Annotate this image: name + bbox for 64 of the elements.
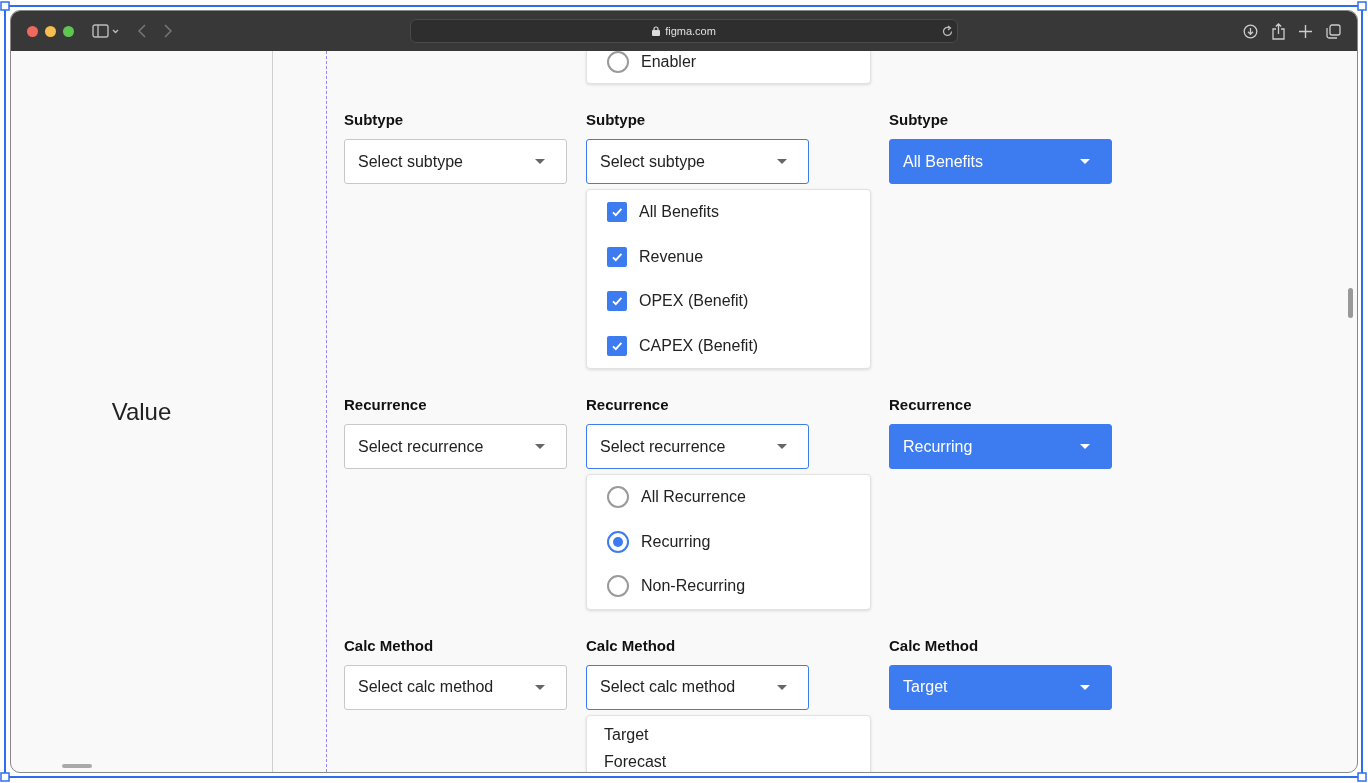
checkbox[interactable] <box>607 335 627 356</box>
resize-handle[interactable] <box>0 772 10 782</box>
menu-option[interactable]: All Benefits <box>587 190 870 235</box>
caret-icon <box>777 684 787 690</box>
dropdown-select[interactable]: Select subtype <box>586 139 809 184</box>
checkbox[interactable] <box>607 202 627 223</box>
scroll-indicator <box>62 764 92 768</box>
resize-handle[interactable] <box>1357 1 1367 11</box>
field-label: Subtype <box>889 111 950 129</box>
menu-option[interactable]: CAPEX (Benefit) <box>587 323 870 368</box>
back-icon[interactable] <box>138 24 146 38</box>
menu-option[interactable]: Forecast <box>587 748 870 772</box>
reload-icon[interactable] <box>942 25 953 37</box>
checkbox[interactable] <box>607 246 627 267</box>
field-label: Calc Method <box>344 636 435 655</box>
dropdown-select[interactable]: Select calc method <box>344 664 567 710</box>
menu-option[interactable]: Enabler <box>587 51 870 83</box>
address-bar[interactable]: figma.com <box>410 19 958 43</box>
share-icon[interactable] <box>1272 22 1285 40</box>
field-label: Subtype <box>586 111 647 129</box>
radio-button[interactable] <box>607 51 629 73</box>
radio-button[interactable] <box>607 575 629 598</box>
field-label: Recurrence <box>889 396 973 414</box>
menu-option[interactable]: Revenue <box>587 234 870 279</box>
dropdown-select[interactable]: Select recurrence <box>344 424 567 469</box>
checkbox[interactable] <box>607 291 627 312</box>
resize-handle[interactable] <box>0 1 10 11</box>
caret-icon <box>777 159 787 164</box>
side-label: Value <box>111 397 172 426</box>
caret-icon <box>1080 444 1090 449</box>
dropdown-select[interactable]: Select calc method <box>586 664 809 710</box>
menu-option[interactable]: OPEX (Benefit) <box>587 279 870 324</box>
field-label: Calc Method <box>889 636 980 655</box>
caret-icon <box>777 444 787 449</box>
field-label: Calc Method <box>586 636 677 655</box>
dropdown-select[interactable]: Recurring <box>889 424 1112 469</box>
download-icon[interactable] <box>1243 23 1258 39</box>
radio-button[interactable] <box>607 530 629 553</box>
menu-option[interactable]: Recurring <box>587 519 870 564</box>
new-tab-icon[interactable] <box>1299 24 1312 38</box>
resize-handle[interactable] <box>1357 772 1367 782</box>
menu-option[interactable]: All Recurrence <box>587 475 870 520</box>
menu-option[interactable]: Target <box>587 721 870 749</box>
forward-icon[interactable] <box>164 24 172 38</box>
caret-icon <box>1080 159 1090 164</box>
caret-icon <box>535 159 545 164</box>
dropdown-select[interactable]: Select subtype <box>344 139 567 184</box>
field-label: Recurrence <box>586 396 670 414</box>
url-text: figma.com <box>665 25 716 37</box>
radio-button[interactable] <box>607 486 629 509</box>
menu-option[interactable]: Non-Recurring <box>587 564 870 609</box>
lock-icon <box>652 26 661 36</box>
caret-icon <box>535 684 545 690</box>
dropdown-select[interactable]: All Benefits <box>889 139 1112 184</box>
scrollbar-thumb[interactable] <box>1348 288 1353 318</box>
field-label: Recurrence <box>344 396 428 414</box>
sidebar-icon[interactable] <box>92 24 120 38</box>
caret-icon <box>1080 684 1090 690</box>
dropdown-select[interactable]: Target <box>889 664 1112 710</box>
window-controls-icon[interactable] <box>27 25 74 37</box>
tabs-overview-icon[interactable] <box>1326 23 1341 39</box>
dropdown-select[interactable]: Select recurrence <box>586 424 809 469</box>
field-label: Subtype <box>344 111 405 129</box>
caret-icon <box>535 444 545 449</box>
